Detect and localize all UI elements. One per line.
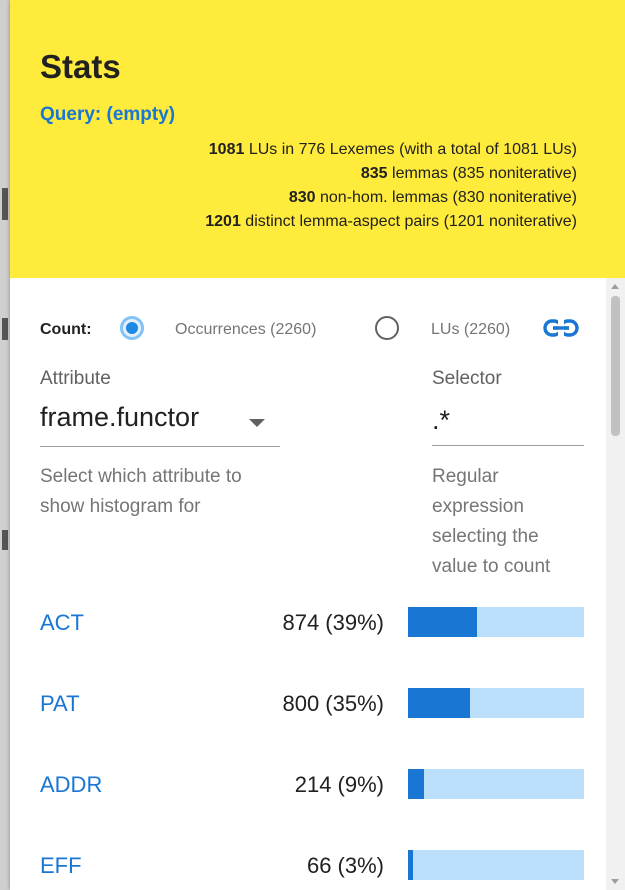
count-mode-row: Count: Occurrences (2260) LUs (2260) bbox=[40, 316, 600, 346]
histogram-item-count: 874 (39%) bbox=[282, 610, 384, 635]
stats-body: Count: Occurrences (2260) LUs (2260) Att… bbox=[10, 278, 606, 890]
background-mark bbox=[2, 188, 8, 220]
attribute-select-value: frame.functor bbox=[40, 402, 200, 432]
histogram-bar bbox=[408, 688, 584, 718]
scroll-up-icon[interactable] bbox=[611, 284, 619, 289]
histogram-bar-fill bbox=[408, 607, 477, 637]
histogram-bar-fill bbox=[408, 769, 424, 799]
histogram-bar bbox=[408, 850, 584, 880]
scroll-down-icon[interactable] bbox=[611, 879, 619, 884]
query-label: Query: (empty) bbox=[40, 104, 176, 125]
summary-line: 830 non-hom. lemmas (830 noniterative) bbox=[288, 189, 577, 206]
histogram-item-count: 66 (3%) bbox=[306, 853, 384, 878]
histogram-item-name[interactable]: ADDR bbox=[40, 772, 102, 798]
background-mark bbox=[2, 318, 8, 340]
occurrences-radio-label[interactable]: Occurrences (2260) bbox=[175, 321, 316, 339]
summary-line: 835 lemmas (835 noniterative) bbox=[360, 165, 577, 182]
dialog-title: Stats bbox=[40, 48, 121, 85]
histogram-item-name[interactable]: EFF bbox=[40, 853, 82, 879]
summary-line: 1201 distinct lemma-aspect pairs (1201 n… bbox=[205, 213, 577, 230]
histogram-row: EFF 66 (3%) bbox=[10, 847, 606, 887]
stats-dialog: Stats Query: (empty) 1081 LUs in 776 Lex… bbox=[10, 0, 625, 890]
selector-input[interactable] bbox=[432, 396, 584, 446]
attribute-label: Attribute bbox=[40, 368, 111, 389]
caret-down-icon bbox=[249, 419, 265, 427]
histogram-item-count: 214 (9%) bbox=[294, 772, 384, 797]
background-mark bbox=[2, 530, 8, 550]
histogram-item-count: 800 (35%) bbox=[282, 691, 384, 716]
histogram-row: ACT 874 (39%) bbox=[10, 604, 606, 644]
scrollbar[interactable] bbox=[606, 278, 625, 890]
stats-header: Stats Query: (empty) 1081 LUs in 776 Lex… bbox=[10, 0, 625, 278]
attribute-hint: Select which attribute to show histogram… bbox=[40, 466, 242, 517]
lus-radio[interactable] bbox=[375, 316, 399, 340]
link-icon[interactable] bbox=[542, 318, 580, 338]
histogram-item-name[interactable]: ACT bbox=[40, 610, 84, 636]
selector-hint: Regular expression selecting the value t… bbox=[432, 466, 551, 577]
attribute-select[interactable]: frame.functor bbox=[40, 396, 280, 447]
histogram-row: ADDR 214 (9%) bbox=[10, 766, 606, 806]
stats-summary: 1081 LUs in 776 Lexemes (with a total of… bbox=[17, 138, 577, 234]
histogram-row: PAT 800 (35%) bbox=[10, 685, 606, 725]
lus-radio-label[interactable]: LUs (2260) bbox=[431, 321, 510, 339]
histogram-bar bbox=[408, 607, 584, 637]
occurrences-radio[interactable] bbox=[120, 316, 144, 340]
count-label: Count: bbox=[40, 321, 92, 338]
histogram-bar-fill bbox=[408, 850, 414, 880]
background-page-edge bbox=[0, 0, 10, 890]
scrollbar-thumb[interactable] bbox=[611, 296, 620, 436]
selector-label: Selector bbox=[432, 368, 502, 389]
summary-line: 1081 LUs in 776 Lexemes (with a total of… bbox=[208, 141, 577, 158]
histogram-bar-fill bbox=[408, 688, 470, 718]
histogram-item-name[interactable]: PAT bbox=[40, 691, 80, 717]
histogram-bar bbox=[408, 769, 584, 799]
